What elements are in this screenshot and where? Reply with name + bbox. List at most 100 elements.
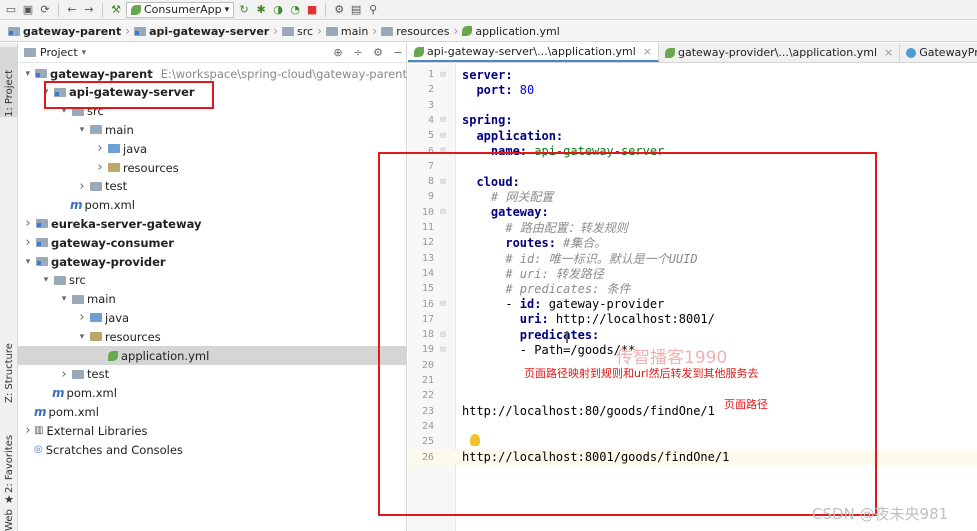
forward-arrow-icon[interactable]: → [82,3,96,17]
chevron-right-icon[interactable]: › [22,216,34,231]
close-icon[interactable]: × [643,45,652,58]
breadcrumb-item[interactable]: gateway-parent [4,25,125,38]
chevron-right-icon[interactable]: › [76,310,88,325]
code-token: cloud: [462,174,520,189]
project-structure-icon[interactable]: ▤ [349,3,363,17]
close-icon[interactable]: × [884,46,893,59]
tree-item-label: pom.xml [48,404,99,419]
breadcrumb-label: application.yml [475,24,560,38]
tree-item[interactable]: ▾ src [18,271,407,290]
tree-item[interactable]: ▾ main [18,290,407,309]
editor-tab[interactable]: GatewayPrope [900,43,977,62]
tree-item[interactable]: › ▥ External Libraries [18,421,407,440]
wrench-icon[interactable]: ⚙ [332,3,346,17]
tree-item[interactable]: › eureka-server-gateway [18,214,407,233]
tree-item[interactable]: m pom.xml [18,402,407,421]
tree-item[interactable]: › java [18,308,407,327]
tree-item[interactable]: › gateway-consumer [18,233,407,252]
tree-item[interactable]: › resources [18,158,407,177]
run-config-dropdown[interactable]: ConsumerApp ▾ [126,1,235,18]
fold-marker-icon[interactable]: ⊟ [436,299,450,309]
code-text: spring: [450,113,513,127]
project-panel-title[interactable]: Project [40,46,78,59]
tree-item[interactable]: ▾ resources [18,327,407,346]
breadcrumb-item[interactable]: resources [377,25,453,38]
breadcrumb-item[interactable]: src [278,25,317,38]
editor-tab[interactable]: gateway-provider\...\application.yml × [659,43,901,62]
tree-item[interactable]: › test [18,365,407,384]
tree-item[interactable]: m pom.xml [18,196,407,215]
text-cursor [566,331,568,343]
tree-item[interactable]: ▾ gateway-provider [18,252,407,271]
chevron-down-icon[interactable]: ▾ [58,106,70,116]
line-number: 3 [427,99,434,111]
fold-marker-icon[interactable]: ⊟ [436,177,450,187]
hide-panel-icon[interactable]: − [390,46,406,59]
profile-icon[interactable]: ◔ [288,3,302,17]
folder-icon [72,369,84,379]
tree-item[interactable]: ▾ api-gateway-server [18,83,407,102]
fold-marker-icon[interactable]: ⊟ [436,207,450,217]
code-token: 80 [519,82,535,97]
fold-marker-icon[interactable]: ⊡ [436,345,450,355]
chevron-right-icon[interactable]: › [76,179,88,194]
stop-icon[interactable]: ■ [305,3,319,17]
chevron-right-icon[interactable]: › [22,423,34,438]
tab-web[interactable]: Web [0,507,18,531]
breadcrumb-item[interactable]: application.yml [458,25,563,38]
chevron-down-icon[interactable]: ▾ [22,257,34,267]
tab-project[interactable]: 1: Project [0,47,18,117]
coverage-icon[interactable]: ◑ [271,3,285,17]
collapse-all-icon[interactable]: ÷ [350,46,366,59]
debug-bug-icon[interactable]: ✱ [254,3,268,17]
tree-item[interactable]: › test [18,177,407,196]
mapping-annotation: 页面路径映射到规则和url然后转发到其他服务去 [524,367,759,380]
chevron-right-icon[interactable]: › [94,160,106,175]
line-number: 4 [427,114,434,126]
chevron-down-icon[interactable]: ▾ [40,87,52,97]
chevron-down-icon[interactable]: ▾ [76,125,88,135]
tab-structure[interactable]: Z: Structure [0,341,18,403]
tree-item[interactable]: m pom.xml [18,384,407,403]
chevron-down-icon[interactable]: ▾ [40,275,52,285]
tab-favorites[interactable]: 2: Favorites [0,431,18,493]
locate-target-icon[interactable]: ⊕ [330,46,346,59]
chevron-down-icon[interactable]: ▾ [82,48,87,58]
breadcrumb-item[interactable]: api-gateway-server [130,25,273,38]
search-icon[interactable]: ⚲ [366,3,380,17]
chevron-down-icon[interactable]: ▾ [76,332,88,342]
back-arrow-icon[interactable]: ← [65,3,79,17]
line-number: 23 [421,405,434,417]
editor-tab[interactable]: api-gateway-server\...\application.yml × [408,43,659,62]
tree-item[interactable]: application.yml [18,346,407,365]
chevron-down-icon[interactable]: ▾ [58,294,70,304]
breadcrumb-item[interactable]: main [322,25,372,38]
lightbulb-icon[interactable] [470,434,480,446]
resources-folder-icon [381,26,394,36]
sync-icon[interactable]: ⟳ [38,3,52,17]
fold-marker-icon[interactable]: ⊡ [436,146,450,156]
rerun-icon[interactable]: ↻ [237,3,251,17]
open-folder-icon[interactable]: ▭ [4,3,18,17]
folder-icon [325,26,338,36]
tree-item-label: External Libraries [46,423,148,438]
chevron-right-icon[interactable]: › [22,235,34,250]
chevron-down-icon[interactable]: ▾ [22,69,33,79]
chevron-right-icon[interactable]: › [58,367,70,382]
tree-item[interactable]: ▾ main [18,120,407,139]
run-config-label: ConsumerApp [144,3,222,16]
save-icon[interactable]: ▣ [21,3,35,17]
tree-item[interactable]: ◎ Scratches and Consoles [18,440,407,459]
fold-marker-icon[interactable]: ⊟ [436,131,450,141]
tree-item[interactable]: › java [18,139,407,158]
code-line: 26 http://localhost:8001/goods/findOne/1 [408,449,977,465]
tree-item[interactable]: ▾ src [18,102,407,121]
fold-marker-icon[interactable]: ⊟ [436,330,450,340]
tree-item[interactable]: ▾ gateway-parent E:\workspace\spring-cloud… [18,64,407,83]
code-text: predicates: [450,328,599,342]
gear-icon[interactable]: ⚙ [370,46,386,59]
build-hammer-icon[interactable]: ⚒ [109,3,123,17]
fold-marker-icon[interactable]: ⊟ [436,115,450,125]
chevron-right-icon[interactable]: › [94,141,106,156]
fold-marker-icon[interactable]: ⊟ [436,70,450,80]
